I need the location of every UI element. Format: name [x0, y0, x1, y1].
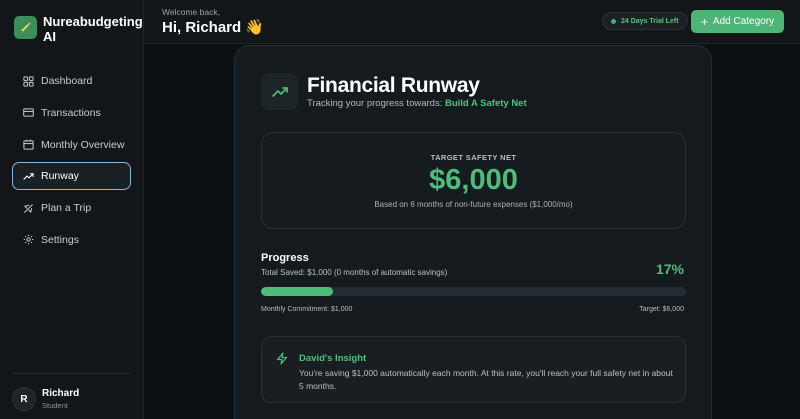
goal-name: Build A Safety Net: [444, 98, 527, 109]
sidebar: Nureabudgeting AI Dashboard Transactions…: [0, 0, 144, 419]
trial-badge-label: 24 Days Trial Left: [621, 17, 679, 25]
pencil-icon: [14, 16, 37, 39]
sidebar-item-transactions[interactable]: Transactions: [12, 99, 131, 127]
runway-card: Financial Runway Tracking your progress …: [234, 45, 712, 419]
sidebar-item-monthly-overview[interactable]: Monthly Overview: [12, 131, 131, 159]
sidebar-item-label: Settings: [41, 233, 79, 246]
gear-icon: [23, 235, 34, 245]
monthly-commitment: Monthly Commitment: $1,000: [261, 306, 353, 313]
card-icon: [23, 108, 34, 117]
target-value: Target: $6,000: [639, 306, 684, 313]
progress-title: Progress: [261, 252, 309, 264]
target-note: Based on 6 months of non-future expenses…: [374, 200, 573, 209]
target-box: TARGET SAFETY NET $6,000 Based on 6 mont…: [261, 132, 686, 229]
lightning-icon: [276, 352, 288, 365]
add-category-button[interactable]: + Add Category: [691, 10, 784, 33]
trending-up-icon: [23, 173, 34, 180]
sidebar-item-dashboard[interactable]: Dashboard: [12, 67, 131, 95]
insight-title: David's Insight: [299, 353, 367, 364]
trial-badge: 24 Days Trial Left: [602, 12, 688, 30]
sidebar-item-label: Monthly Overview: [41, 138, 125, 151]
plus-icon: +: [700, 14, 708, 29]
sidebar-item-runway[interactable]: Runway: [12, 162, 131, 191]
page-title: Financial Runway: [307, 74, 480, 97]
brand[interactable]: Nureabudgeting AI: [14, 14, 143, 44]
user-name: Richard: [42, 387, 80, 399]
user-role: Student: [42, 400, 68, 410]
user-profile[interactable]: R Richard Student: [12, 387, 79, 411]
subtitle-prefix: Tracking your progress towards:: [307, 98, 443, 109]
progress-percent: 17%: [655, 261, 684, 277]
sidebar-divider: [12, 373, 130, 374]
calendar-icon: [23, 139, 34, 150]
greeting: Hi, Richard 👋: [162, 19, 265, 36]
welcome-text: Welcome back,: [162, 7, 220, 17]
add-category-label: Add Category: [712, 16, 775, 27]
sidebar-item-label: Runway: [41, 170, 79, 183]
grid-icon: [23, 75, 34, 87]
insight-box: David's Insight You're saving $1,000 aut…: [261, 336, 686, 403]
target-amount: $6,000: [429, 164, 518, 196]
progress-saved: Total Saved: $1,000 (0 months of automat…: [261, 268, 448, 277]
avatar: R: [12, 387, 36, 411]
sidebar-item-label: Plan a Trip: [41, 202, 92, 215]
target-label: TARGET SAFETY NET: [430, 153, 517, 162]
sidebar-item-settings[interactable]: Settings: [12, 226, 131, 254]
status-dot-icon: [611, 18, 616, 24]
sidebar-item-label: Transactions: [41, 106, 101, 119]
trending-up-icon: [261, 73, 298, 110]
progress-bar: [261, 287, 686, 296]
sidebar-item-label: Dashboard: [41, 75, 93, 87]
insight-text: You're saving $1,000 automatically each …: [299, 368, 673, 391]
page-subtitle: Tracking your progress towards: Build A …: [307, 98, 527, 109]
progress-bar-fill: [261, 287, 334, 296]
plane-icon: [24, 203, 33, 213]
header: Welcome back, Hi, Richard 👋 24 Days Tria…: [144, 0, 800, 44]
sidebar-item-plan-a-trip[interactable]: Plan a Trip: [12, 194, 131, 222]
brand-name: Nureabudgeting AI: [43, 14, 143, 44]
sidebar-nav: Dashboard Transactions Monthly Overview …: [12, 67, 131, 258]
